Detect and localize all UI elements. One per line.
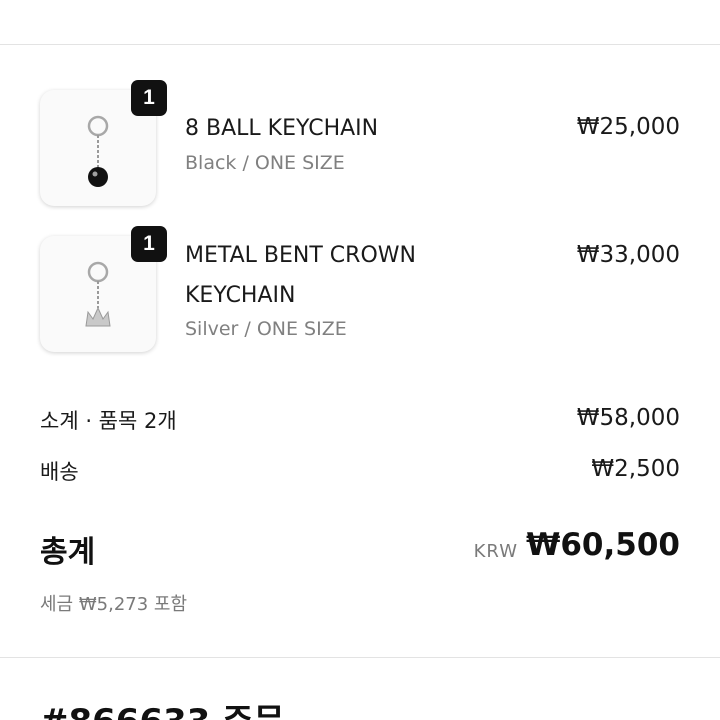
total-amount: ₩60,500 xyxy=(526,527,680,563)
subtotal-label: 소계 · 품목 2개 xyxy=(40,409,177,433)
section-divider xyxy=(0,657,720,658)
order-number-heading: #866633 주문 xyxy=(40,694,285,720)
shipping-label: 배송 xyxy=(40,460,79,484)
subtotal-row: 소계 · 품목 2개 ₩58,000 xyxy=(40,405,680,435)
shipping-row: 배송 ₩2,500 xyxy=(40,456,680,486)
item-name: METAL BENT CROWN KEYCHAIN xyxy=(185,243,416,308)
item-variant: Black / ONE SIZE xyxy=(185,152,345,174)
item-price: ₩33,000 xyxy=(576,242,680,268)
order-summary-page: 1 8 BALL KEYCHAIN Black / ONE SIZE ₩25,0… xyxy=(0,0,720,720)
tax-note: 세금 ₩5,273 포함 xyxy=(40,594,188,615)
item-name: 8 BALL KEYCHAIN xyxy=(185,116,379,141)
item-price: ₩25,000 xyxy=(576,114,680,140)
subtotal-value: ₩58,000 xyxy=(576,405,680,431)
item-variant: Silver / ONE SIZE xyxy=(185,318,347,340)
quantity-badge: 1 xyxy=(131,80,167,116)
total-currency: KRW xyxy=(473,541,518,562)
top-divider xyxy=(0,44,720,45)
total-label: 총계 xyxy=(40,535,96,570)
quantity-badge: 1 xyxy=(131,226,167,262)
shipping-value: ₩2,500 xyxy=(591,456,680,482)
